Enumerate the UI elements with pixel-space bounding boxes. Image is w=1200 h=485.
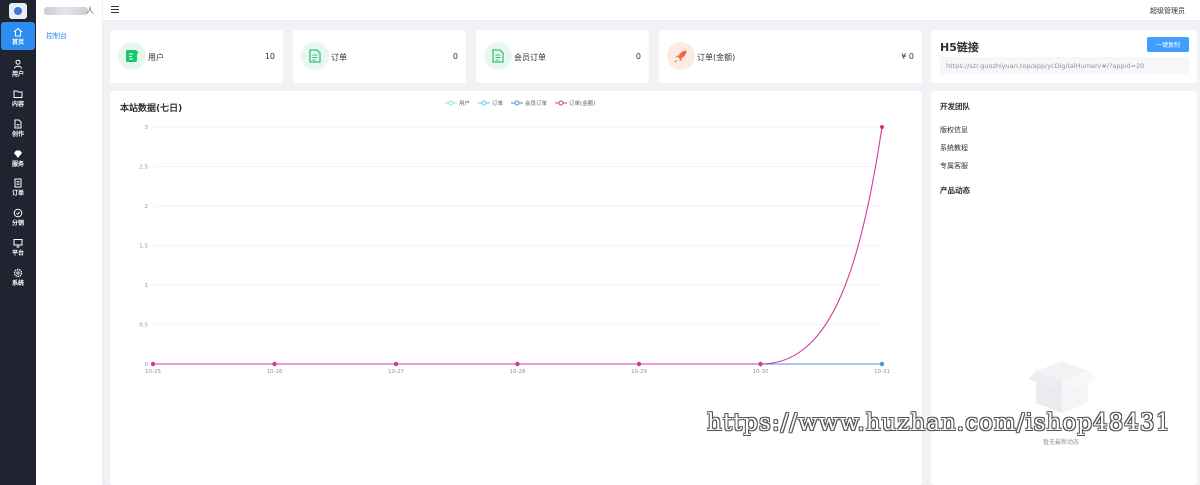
icon-rail: 首页 用户 内容 创作 服务 订单 分销 平台 系统 (0, 0, 36, 485)
monitor-icon (13, 238, 23, 247)
x-tick-label: 10-26 (267, 369, 283, 375)
data-point (636, 361, 642, 367)
rail-item-service[interactable]: 服务 (1, 144, 35, 172)
h5-title: H5链接 (940, 41, 979, 54)
empty-box-icon (1028, 361, 1096, 413)
stat-card-member-orders: 会员订单 0 (476, 30, 649, 83)
rail-label-service: 服务 (11, 160, 24, 168)
rocket-icon (667, 42, 695, 70)
rail-item-create[interactable]: 创作 (1, 114, 35, 142)
link-tutorial[interactable]: 系统教程 (940, 143, 968, 153)
stat-value: 10 (264, 52, 275, 61)
gear-icon (13, 268, 23, 277)
x-tick-label: 10-28 (510, 369, 526, 375)
data-point (272, 361, 277, 367)
y-tick-label: 0 (145, 362, 149, 368)
data-point (393, 361, 399, 367)
sub-sidebar: 人 控制台 (36, 0, 103, 485)
user-menu[interactable]: 超级管理员 (1150, 6, 1185, 16)
stat-value: ¥ 0 (901, 52, 914, 61)
rail-item-platform[interactable]: 平台 (1, 233, 35, 261)
rail-item-order[interactable]: 订单 (1, 173, 35, 201)
team-title: 开发团队 (940, 102, 970, 111)
rail-item-distribution[interactable]: 分销 (1, 203, 35, 231)
x-tick-label: 10-27 (388, 369, 404, 375)
data-point (879, 124, 885, 130)
rail-item-home[interactable]: 首页 (1, 22, 35, 50)
top-header: 超级管理员 (103, 0, 1200, 21)
blurred-site-name (44, 7, 88, 15)
rail-label-create: 创作 (11, 130, 24, 138)
y-tick-label: 2 (145, 204, 149, 210)
app-logo (9, 3, 27, 19)
site-name-suffix: 人 (86, 6, 94, 15)
x-tick-label: 10-29 (631, 369, 647, 375)
rail-label-system: 系统 (11, 279, 24, 287)
stat-card-order-amount: 订单(金额) ¥ 0 (659, 30, 922, 83)
y-tick-label: 0.5 (139, 323, 148, 329)
x-tick-label: 10-25 (145, 369, 161, 375)
copy-button[interactable]: 一键复制 (1147, 37, 1189, 52)
stat-label: 用户 (148, 53, 164, 62)
rail-label-distribution: 分销 (11, 219, 24, 227)
empty-news-text: 暂无最新动态 (1043, 439, 1080, 446)
rail-item-content[interactable]: 内容 (1, 84, 35, 112)
data-point (879, 361, 885, 367)
stat-label: 订单(金额) (697, 53, 736, 62)
rail-label-user: 用户 (11, 70, 24, 78)
order-icon (14, 178, 22, 187)
rail-label-home: 首页 (11, 38, 24, 46)
sidebar-item-dashboard[interactable]: 控制台 (46, 31, 67, 41)
link-support[interactable]: 专属客服 (940, 161, 968, 171)
diamond-icon (14, 150, 22, 158)
rail-item-system[interactable]: 系统 (1, 263, 35, 291)
share-icon (13, 208, 23, 217)
stat-card-users: 用户 10 (110, 30, 283, 83)
file-icon (14, 119, 22, 128)
order-doc-icon (301, 42, 329, 70)
watermark-text: https://www.huzhan.com/ishop48431 (707, 410, 1172, 436)
user-icon (14, 59, 22, 69)
y-tick-label: 3 (145, 125, 149, 131)
rail-label-platform: 平台 (11, 249, 24, 257)
link-copyright[interactable]: 版权信息 (940, 125, 968, 135)
x-tick-label: 10-30 (753, 369, 769, 375)
news-title: 产品动态 (940, 186, 970, 195)
folder-icon (13, 90, 23, 98)
data-point (515, 361, 520, 367)
h5-url-field[interactable]: https://szr.guozhiyuan.top/app/ycDigital… (940, 57, 1189, 74)
data-point (758, 361, 763, 367)
stat-value: 0 (452, 52, 458, 61)
y-tick-label: 1 (145, 283, 149, 289)
stat-label: 会员订单 (514, 53, 546, 62)
menu-toggle-icon[interactable] (111, 6, 119, 13)
home-icon (13, 27, 23, 36)
stat-label: 订单 (331, 53, 347, 62)
user-edit-icon (118, 42, 146, 70)
rail-label-content: 内容 (11, 100, 24, 108)
h5-link-card: H5链接 一键复制 https://szr.guozhiyuan.top/app… (931, 30, 1197, 83)
rail-label-order: 订单 (11, 189, 24, 197)
x-tick-label: 10-31 (874, 369, 890, 375)
stat-card-orders: 订单 0 (293, 30, 466, 83)
data-point (150, 361, 156, 367)
y-tick-label: 2.5 (139, 165, 148, 171)
y-tick-label: 1.5 (139, 244, 148, 250)
rail-item-user[interactable]: 用户 (1, 54, 35, 82)
stat-value: 0 (635, 52, 641, 61)
member-order-icon (484, 42, 512, 70)
